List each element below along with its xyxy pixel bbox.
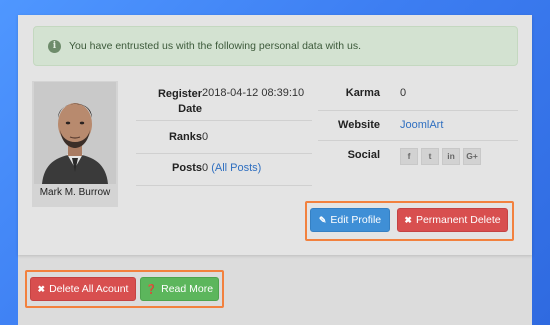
- row-divider: [136, 153, 312, 154]
- privacy-alert: i You have entrusted us with the followi…: [33, 26, 518, 66]
- edit-profile-button[interactable]: ✎ Edit Profile: [310, 208, 390, 232]
- website-link[interactable]: JoomlArt: [400, 119, 443, 131]
- delete-all-account-button[interactable]: ✖ Delete All Acount: [30, 277, 136, 301]
- edit-icon: ✎: [318, 214, 327, 225]
- permanent-delete-button[interactable]: ✖ Permanent Delete: [397, 208, 508, 232]
- social-links: f t in G+: [400, 148, 481, 165]
- register-date-label: Register Date: [157, 88, 202, 115]
- alert-message: You have entrusted us with the following…: [69, 40, 362, 52]
- row-divider: [318, 110, 518, 111]
- read-more-button[interactable]: ❓ Read More: [140, 277, 219, 301]
- close-icon: ✖: [404, 214, 412, 225]
- social-label: Social: [347, 149, 380, 161]
- facebook-icon[interactable]: f: [400, 148, 418, 165]
- permanent-delete-label: Permanent Delete: [415, 214, 501, 226]
- ranks-label: Ranks: [168, 131, 202, 143]
- all-posts-link[interactable]: (All Posts): [211, 162, 261, 174]
- info-icon: i: [48, 39, 61, 53]
- close-icon: ✖: [37, 283, 46, 294]
- avatar-photo: [34, 82, 116, 184]
- posts-count: 0: [202, 162, 209, 174]
- karma-label: Karma: [345, 87, 380, 99]
- google-plus-icon[interactable]: G+: [463, 148, 481, 165]
- posts-label: Posts: [172, 162, 202, 174]
- website-label: Website: [338, 119, 380, 131]
- read-more-label: Read More: [161, 283, 214, 295]
- posts-value: 0 (All Posts): [202, 162, 261, 174]
- row-divider: [318, 140, 518, 141]
- karma-value: 0: [400, 87, 407, 99]
- page-container: i You have entrusted us with the followi…: [18, 15, 532, 325]
- profile-panel: i You have entrusted us with the followi…: [18, 15, 532, 255]
- row-divider: [136, 120, 312, 121]
- twitter-icon[interactable]: t: [421, 148, 439, 165]
- register-date-value: 2018-04-12 08:39:10: [202, 87, 305, 99]
- ranks-value: 0: [202, 131, 209, 143]
- delete-all-account-label: Delete All Acount: [49, 283, 129, 295]
- avatar-card: Mark M. Burrow: [32, 81, 118, 207]
- linkedin-icon[interactable]: in: [442, 148, 460, 165]
- help-circle-icon: ❓: [145, 283, 158, 294]
- profile-name: Mark M. Burrow: [39, 187, 111, 198]
- avatar: [34, 82, 116, 184]
- edit-profile-label: Edit Profile: [330, 214, 382, 226]
- row-divider: [136, 185, 312, 186]
